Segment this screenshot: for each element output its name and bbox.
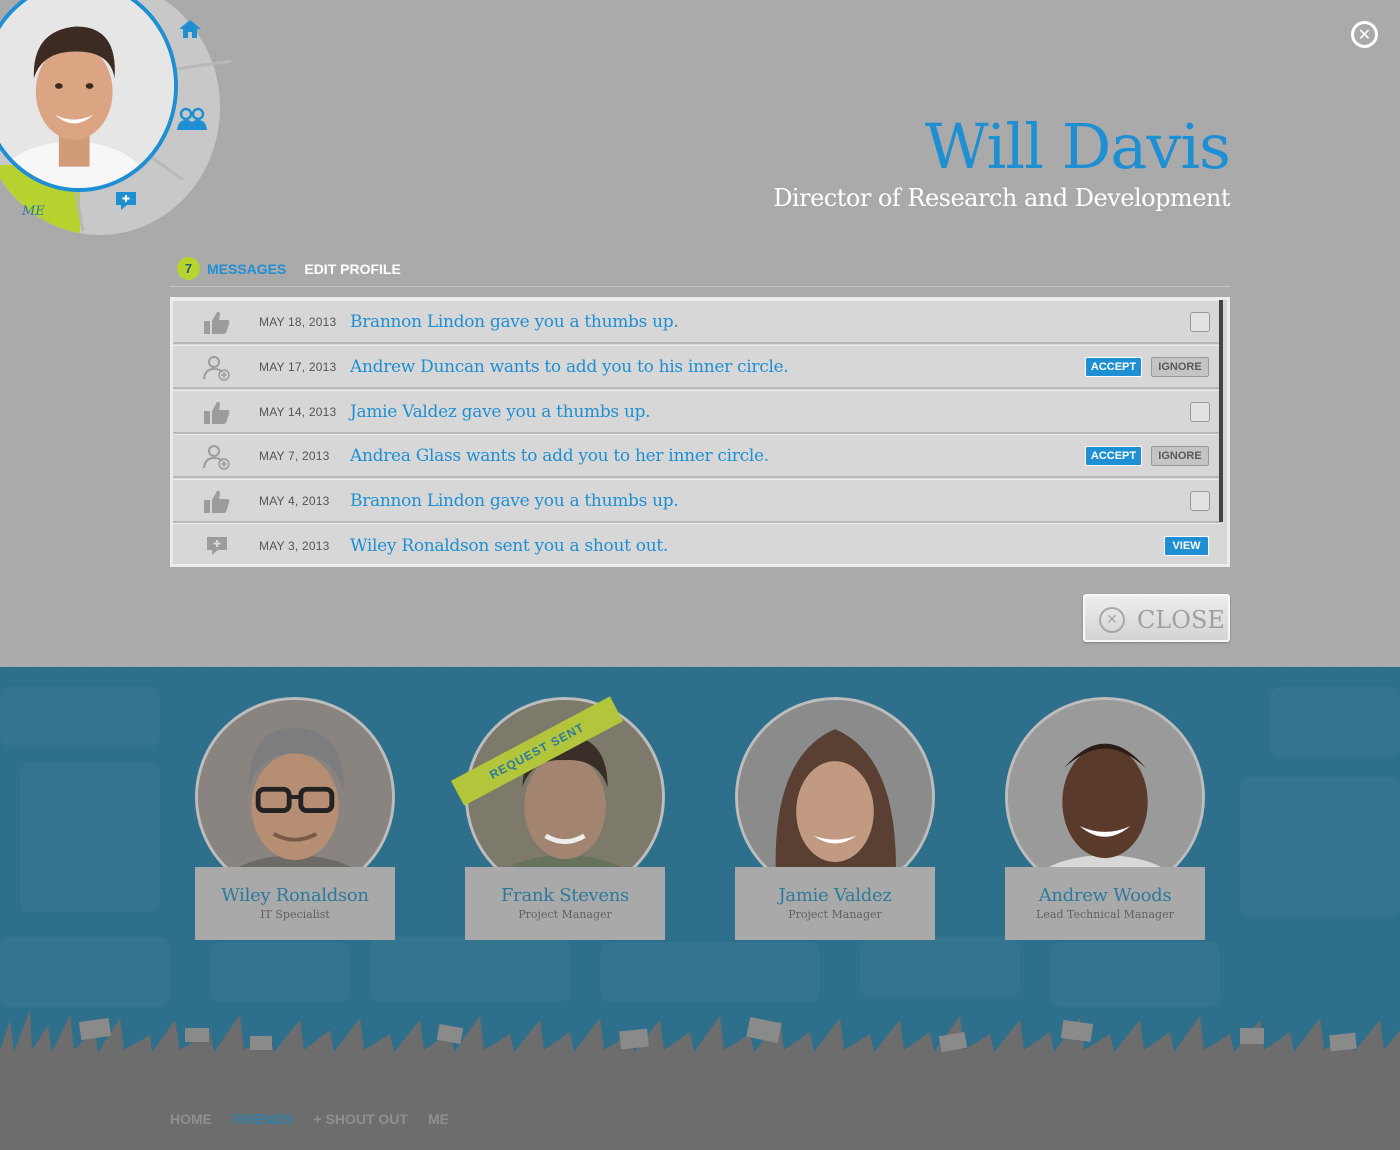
accept-button[interactable]: ACCEPT [1085,445,1142,466]
avatar-photo [0,0,174,188]
thumbs-up-icon [203,400,231,426]
background-bubble [1240,777,1400,917]
friend-card[interactable]: Jamie Valdez Project Manager [735,697,935,940]
close-overlay-icon[interactable]: ✕ [1351,21,1378,48]
message-row: MAY 18, 2013 Brannon Lindon gave you a t… [173,300,1221,344]
footer-nav-friends[interactable]: FRIENDS [232,1111,293,1127]
message-date: MAY 3, 2013 [259,538,330,553]
friend-role: Project Manager [788,908,882,921]
message-row: MAY 7, 2013 Andrea Glass wants to add yo… [173,434,1221,478]
background-bubble [0,687,160,747]
friend-role: Project Manager [518,908,612,921]
friend-card[interactable]: Andrew Woods Lead Technical Manager [1005,697,1205,940]
home-icon[interactable] [178,18,202,45]
friend-nameplate: Wiley Ronaldson IT Specialist [195,867,395,940]
friend-role: Lead Technical Manager [1036,908,1174,921]
message-count-badge: 7 [177,257,200,280]
message-text[interactable]: Brannon Lindon gave you a thumbs up. [350,491,679,511]
grass-decoration [0,1010,1400,1085]
profile-title: Director of Research and Development [773,184,1230,212]
thumbs-up-icon [203,489,231,515]
friend-name: Frank Stevens [500,885,629,906]
view-button[interactable]: VIEW [1164,535,1209,556]
message-checkbox[interactable] [1190,311,1210,332]
message-row: MAY 4, 2013 Brannon Lindon gave you a th… [173,479,1221,523]
tab-messages[interactable]: MESSAGES [207,261,286,277]
ignore-button[interactable]: IGNORE [1151,445,1209,466]
close-icon: ✕ [1099,607,1125,633]
add-user-icon [203,444,231,470]
divider [170,286,1230,287]
footer-nav-me[interactable]: ME [428,1111,449,1127]
message-text[interactable]: Brannon Lindon gave you a thumbs up. [350,312,679,332]
profile-overlay: ✕ ME Will Davis Director of Research and… [0,0,1400,667]
friend-name: Jamie Valdez [778,885,892,906]
friend-role: IT Specialist [260,908,330,921]
message-date: MAY 7, 2013 [259,448,330,463]
message-text[interactable]: Wiley Ronaldson sent you a shout out. [350,536,668,556]
message-text[interactable]: Andrea Glass wants to add you to her inn… [350,446,769,466]
background-bubble [860,937,1020,997]
profile-name: Will Davis [924,110,1231,183]
thumbs-up-icon [203,310,231,336]
close-label: CLOSE [1137,606,1225,634]
message-checkbox[interactable] [1190,490,1210,511]
friends-icon[interactable] [176,107,208,136]
message-checkbox[interactable] [1190,401,1210,422]
accept-button[interactable]: ACCEPT [1085,356,1142,377]
friend-nameplate: Jamie Valdez Project Manager [735,867,935,940]
close-button[interactable]: ✕ CLOSE [1083,594,1230,642]
message-row: MAY 17, 2013 Andrew Duncan wants to add … [173,345,1221,389]
message-date: MAY 4, 2013 [259,493,330,508]
message-text[interactable]: Andrew Duncan wants to add you to his in… [350,357,789,377]
friend-nameplate: Andrew Woods Lead Technical Manager [1005,867,1205,940]
message-text[interactable]: Jamie Valdez gave you a thumbs up. [350,402,651,422]
shout-out-icon [203,533,231,559]
message-row: MAY 14, 2013 Jamie Valdez gave you a thu… [173,390,1221,434]
me-label[interactable]: ME [22,204,45,219]
message-list-scrollbar[interactable] [1219,300,1223,522]
friend-nameplate: Frank Stevens Project Manager [465,867,665,940]
profile-tabs: 7 MESSAGES EDIT PROFILE [177,257,419,280]
footer-nav-home[interactable]: HOME [170,1111,212,1127]
friend-card[interactable]: REQUEST SENT Frank Stevens Project Manag… [450,696,665,940]
message-date: MAY 17, 2013 [259,359,337,374]
ignore-button[interactable]: IGNORE [1151,356,1209,377]
friend-name: Wiley Ronaldson [221,885,369,906]
message-date: MAY 18, 2013 [259,314,337,329]
friend-card[interactable]: Wiley Ronaldson IT Specialist [195,697,395,940]
background-bubble [1270,687,1400,757]
footer-bar: HOME FRIENDS + SHOUT OUT ME [0,1085,1400,1150]
message-row: MAY 3, 2013 Wiley Ronaldson sent you a s… [173,523,1221,564]
add-user-icon [203,355,231,381]
footer-nav-shout-out[interactable]: + SHOUT OUT [313,1111,408,1127]
tab-edit-profile[interactable]: EDIT PROFILE [304,261,400,277]
friend-name: Andrew Woods [1038,885,1172,906]
footer-nav: HOME FRIENDS + SHOUT OUT ME [170,1111,469,1127]
background-bubble [20,762,160,912]
message-list: MAY 18, 2013 Brannon Lindon gave you a t… [170,297,1230,567]
message-date: MAY 14, 2013 [259,404,337,419]
radial-menu: ME [0,0,232,235]
shout-out-icon[interactable] [115,191,137,216]
